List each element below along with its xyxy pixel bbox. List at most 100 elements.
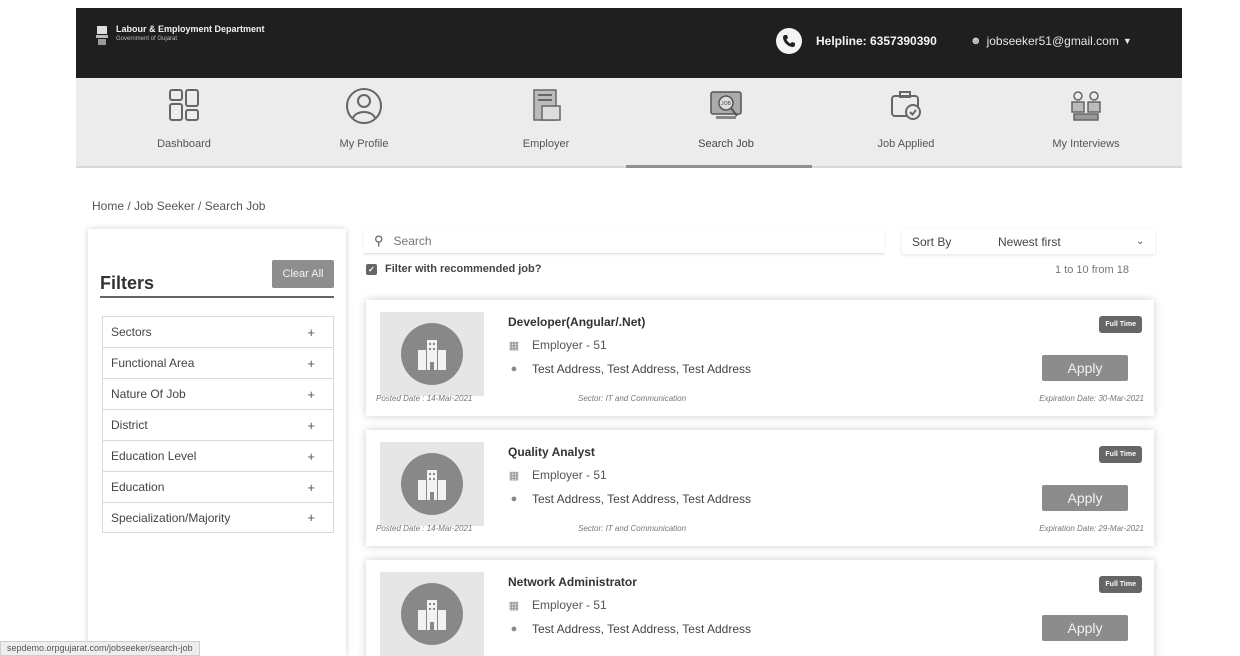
job-employer: ▦ Employer - 51 [508,598,607,612]
status-bar-url: sepdemo.orpgujarat.com/jobseeker/search-… [0,641,200,656]
company-icon: ▦ [508,599,520,612]
nav-job-applied[interactable]: Job Applied [826,78,986,168]
recommended-label: Filter with recommended job? [385,263,542,275]
address-text: Test Address, Test Address, Test Address [532,622,752,636]
apply-button[interactable]: Apply [1042,485,1128,511]
main-nav: Dashboard My Profile Employer JOB Search… [76,78,1182,168]
address-text: Test Address, Test Address, Test Address [532,362,752,376]
employer-icon [533,89,561,121]
job-type-badge: Full Time [1099,316,1142,333]
phone-icon [776,28,802,54]
job-employer: ▦ Employer - 51 [508,468,607,482]
apply-button[interactable]: Apply [1042,615,1128,641]
emblem-icon [96,26,108,45]
employer-name: Employer - 51 [532,468,607,482]
svg-text:JOB: JOB [721,101,731,107]
sort-label: Sort By [912,234,952,249]
user-icon: ☻ [970,35,982,47]
plus-icon: + [307,324,315,340]
top-header: Labour & Employment Department Governmen… [0,0,1240,78]
location-icon: ● [510,623,518,635]
search-icon: ⚲ [374,233,384,248]
job-sector: Sector: IT and Communication [578,394,687,403]
clear-all-button[interactable]: Clear All [272,260,334,288]
company-logo [380,442,484,526]
job-address: ● Test Address, Test Address, Test Addres… [508,492,751,506]
filter-label: Education [111,480,165,494]
nav-employer[interactable]: Employer [466,78,626,168]
filter-district[interactable]: District + [102,409,334,440]
job-title[interactable]: Network Administrator [508,575,637,589]
active-tab-indicator [626,165,812,168]
employer-name: Employer - 51 [532,598,607,612]
nav-my-profile[interactable]: My Profile [284,78,444,168]
filter-list: Sectors + Functional Area + Nature Of Job +… [102,316,334,533]
filter-label: Specialization/Majority [111,510,231,525]
posted-date: Posted Date : 14-Mar-2021 [376,524,473,533]
employer-name: Employer - 51 [532,338,607,352]
building-icon [418,470,446,500]
apply-button[interactable]: Apply [1042,355,1128,381]
expiration-date: Expiration Date: 29-Mar-2021 [1039,524,1144,533]
profile-icon [346,88,382,124]
nav-search-job[interactable]: JOB Search Job [646,78,806,168]
filter-education-level[interactable]: Education Level + [102,440,334,471]
filter-label: Education Level [111,449,197,463]
result-count: 1 to 10 from 18 [1055,264,1129,276]
sort-value: Newest first [998,234,1061,249]
chevron-down-icon: ⌄ [1136,236,1145,247]
filter-label: Functional Area [111,356,195,370]
filter-sectors[interactable]: Sectors + [102,316,334,347]
company-logo [380,572,484,656]
plus-icon: + [307,417,315,433]
filter-functional-area[interactable]: Functional Area + [102,347,334,378]
search-input[interactable] [393,234,854,248]
user-menu[interactable]: ☻ jobseeker51@gmail.com ▼ [970,34,1132,48]
nav-dashboard[interactable]: Dashboard [104,78,264,168]
recommended-filter[interactable]: ✓ Filter with recommended job? [366,263,541,275]
job-applied-icon [891,91,921,120]
address-text: Test Address, Test Address, Test Address [532,492,752,506]
job-card[interactable]: Quality Analyst ▦ Employer - 51 ● Test Add… [366,430,1154,546]
filter-education[interactable]: Education + [102,471,334,502]
search-bar: ⚲ [364,229,884,254]
job-address: ● Test Address, Test Address, Test Addres… [508,362,751,376]
company-icon: ▦ [508,469,520,482]
department-subtitle: Government of Gujarat [116,36,178,42]
nav-label: Search Job [698,138,754,150]
helpline-number: Helpline: 6357390390 [816,34,937,48]
filter-label: Sectors [111,325,152,339]
nav-label: My Interviews [1052,138,1120,150]
filter-label: District [111,418,148,432]
job-title[interactable]: Quality Analyst [508,445,595,459]
filter-nature-of-job[interactable]: Nature Of Job + [102,378,334,409]
header-bar: Labour & Employment Department Governmen… [76,8,1182,78]
company-logo [380,312,484,396]
nav-my-interviews[interactable]: My Interviews [1006,78,1166,168]
chevron-down-icon: ▼ [1122,36,1132,46]
search-job-icon: JOB [710,91,742,119]
job-card[interactable]: Network Administrator ▦ Employer - 51 ● Te… [366,560,1154,656]
brand[interactable]: Labour & Employment Department Governmen… [94,24,265,46]
job-card[interactable]: Developer(Angular/.Net) ▦ Employer - 51 ●… [366,300,1154,416]
department-title: Labour & Employment Department [116,24,265,34]
posted-date: Posted Date : 14-Mar-2021 [376,394,473,403]
location-icon: ● [510,493,518,505]
plus-icon: + [307,386,315,402]
filter-label: Nature Of Job [111,387,186,401]
nav-label: Job Applied [877,138,935,150]
nav-label: Dashboard [157,138,211,150]
breadcrumb[interactable]: Home / Job Seeker / Search Job [92,199,265,213]
nav-label: My Profile [339,138,389,150]
interviews-icon [1071,91,1101,121]
sort-dropdown[interactable]: Sort By Newest first ⌄ [902,229,1155,254]
building-icon [418,340,446,370]
job-sector: Sector: IT and Communication [578,524,687,533]
job-type-badge: Full Time [1099,446,1142,463]
job-title[interactable]: Developer(Angular/.Net) [508,315,645,329]
plus-icon: + [307,355,315,371]
helpline: Helpline: 6357390390 [776,28,937,54]
recommended-checkbox[interactable]: ✓ [366,263,377,275]
filter-specialization[interactable]: Specialization/Majority + [102,502,334,533]
job-employer: ▦ Employer - 51 [508,338,607,352]
